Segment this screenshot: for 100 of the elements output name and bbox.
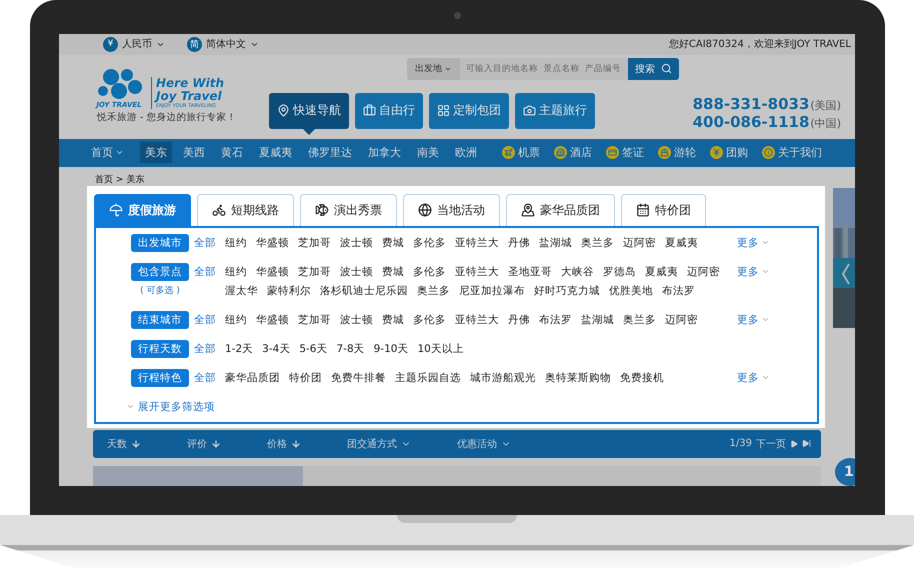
filter-option[interactable]: 布法罗 <box>539 310 572 329</box>
currency-selector[interactable]: 人民币 <box>122 37 152 52</box>
filter-option[interactable]: 迈阿密 <box>665 310 698 329</box>
region-tab[interactable]: 南美 <box>412 142 444 164</box>
service-link[interactable]: 团购 <box>726 145 748 160</box>
service-link[interactable]: 机票 <box>518 145 540 160</box>
filter-option[interactable]: 奥特莱斯购物 <box>545 368 611 387</box>
filter-option[interactable]: 亚特兰大 <box>455 234 499 252</box>
filter-option[interactable]: 丹佛 <box>508 310 530 329</box>
filter-option[interactable]: 华盛顿 <box>256 262 289 281</box>
region-tab[interactable]: 加拿大 <box>363 142 406 164</box>
home-menu[interactable]: 首页 <box>91 145 124 160</box>
filter-option[interactable]: 夏威夷 <box>645 262 678 281</box>
filter-option[interactable]: 全部 <box>194 368 225 387</box>
expand-link[interactable]: 展开更多筛选项 <box>126 400 817 414</box>
filter-option[interactable]: 豪华品质团 <box>225 368 280 387</box>
filter-option[interactable]: 全部 <box>194 340 225 358</box>
filter-option[interactable]: 盐湖城 <box>539 234 572 252</box>
filter-option[interactable]: 盐湖城 <box>581 310 614 329</box>
search-field[interactable]: 可输入目的地名称 景点名称 产品编号 <box>460 58 628 80</box>
region-tab[interactable]: 欧洲 <box>450 142 482 164</box>
filter-option[interactable]: 3-4天 <box>262 340 290 358</box>
category-tab[interactable]: 度假旅游 <box>94 194 191 226</box>
category-tab[interactable]: 演出秀票 <box>300 194 397 226</box>
filter-option[interactable]: 波士顿 <box>340 310 373 329</box>
filter-option[interactable]: 多伦多 <box>413 262 446 281</box>
category-tab[interactable]: 特价团 <box>621 194 706 226</box>
filter-option[interactable]: 芝加哥 <box>298 310 331 329</box>
filter-option[interactable]: 全部 <box>194 234 225 252</box>
filter-option[interactable]: 费城 <box>382 310 404 329</box>
filter-option[interactable]: 波士顿 <box>340 262 373 281</box>
filter-option[interactable]: 9-10天 <box>374 340 408 358</box>
filter-option[interactable]: 芝加哥 <box>298 234 331 252</box>
category-tab[interactable]: 短期线路 <box>197 194 294 226</box>
filter-option[interactable]: 洛杉矶迪士尼乐园 <box>320 282 408 300</box>
filter-option[interactable]: 免费牛排餐 <box>331 368 386 387</box>
filter-option[interactable]: 罗德岛 <box>603 262 636 281</box>
filter-option[interactable]: 波士顿 <box>340 234 373 252</box>
sort-option[interactable]: 优惠活动 <box>457 436 511 451</box>
filter-option[interactable]: 奥兰多 <box>623 310 656 329</box>
filter-option[interactable]: 费城 <box>382 262 404 281</box>
filter-option[interactable]: 尼亚加拉瀑布 <box>459 282 525 300</box>
departure-dropdown[interactable]: 出发地 <box>407 58 460 80</box>
filter-option[interactable]: 蒙特利尔 <box>267 282 311 300</box>
filter-option[interactable]: 迈阿密 <box>623 234 656 252</box>
filter-option[interactable]: 华盛顿 <box>256 310 289 329</box>
filter-option[interactable]: 亚特兰大 <box>455 310 499 329</box>
filter-option[interactable]: 芝加哥 <box>298 262 331 281</box>
filter-option[interactable]: 5-6天 <box>299 340 328 358</box>
service-link[interactable]: 签证 <box>622 145 644 160</box>
service-link[interactable]: 关于我们 <box>778 145 822 160</box>
filter-option[interactable]: 圣地亚哥 <box>508 262 552 281</box>
filter-option[interactable]: 好时巧克力城 <box>534 282 600 300</box>
play-icon[interactable] <box>790 440 798 448</box>
filter-option[interactable]: 丹佛 <box>508 234 530 252</box>
filter-option[interactable]: 渥太华 <box>225 282 258 300</box>
category-tab[interactable]: 豪华品质团 <box>506 194 615 226</box>
filter-option[interactable]: 城市游船观光 <box>470 368 536 387</box>
nav-button[interactable]: 定制包团 <box>429 92 509 129</box>
last-page-icon[interactable] <box>802 439 811 448</box>
filter-option[interactable]: 10天以上 <box>417 340 464 358</box>
filter-option[interactable]: 夏威夷 <box>665 234 698 252</box>
region-tab[interactable]: 黄石 <box>216 142 248 164</box>
filter-option[interactable]: 奥兰多 <box>581 234 614 252</box>
filter-option[interactable]: 纽约 <box>225 262 247 281</box>
filter-option[interactable]: 费城 <box>382 234 404 252</box>
filter-option[interactable]: 多伦多 <box>413 310 446 329</box>
region-tab[interactable]: 美东 <box>140 142 172 164</box>
filter-option[interactable]: 大峡谷 <box>561 262 594 281</box>
more-link[interactable]: 更多 <box>737 368 770 387</box>
filter-option[interactable]: 1-2天 <box>225 340 254 358</box>
filter-option[interactable]: 优胜美地 <box>609 282 653 300</box>
next-page-link[interactable]: 下一页 <box>756 436 786 451</box>
sort-option[interactable]: 评价 <box>187 436 221 451</box>
language-selector[interactable]: 简体中文 <box>206 37 246 52</box>
more-link[interactable]: 更多 <box>737 310 770 329</box>
filter-option[interactable]: 纽约 <box>225 310 247 329</box>
filter-option[interactable]: 全部 <box>194 310 225 329</box>
filter-option[interactable]: 全部 <box>194 262 225 281</box>
more-link[interactable]: 更多 <box>737 234 770 252</box>
filter-option[interactable]: 7-8天 <box>336 340 365 358</box>
region-tab[interactable]: 夏威夷 <box>254 142 297 164</box>
filter-option[interactable]: 纽约 <box>225 234 247 252</box>
nav-button[interactable]: 主题旅行 <box>515 92 595 129</box>
sort-option[interactable]: 天数 <box>107 436 141 451</box>
filter-option[interactable]: 免费接机 <box>620 368 664 387</box>
sort-option[interactable]: 团交通方式 <box>347 436 411 451</box>
filter-option[interactable]: 华盛顿 <box>256 234 289 252</box>
filter-option[interactable]: 布法罗 <box>662 282 695 300</box>
category-tab[interactable]: 当地活动 <box>403 194 500 226</box>
filter-option[interactable]: 主题乐园自选 <box>395 368 461 387</box>
more-link[interactable]: 更多 <box>737 262 770 281</box>
filter-option[interactable]: 亚特兰大 <box>455 262 499 281</box>
filter-option[interactable]: 奥兰多 <box>417 282 450 300</box>
region-tab[interactable]: 美西 <box>178 142 210 164</box>
region-tab[interactable]: 佛罗里达 <box>303 142 357 164</box>
service-link[interactable]: 酒店 <box>570 145 592 160</box>
search-button[interactable]: 搜索 <box>628 58 679 80</box>
filter-option[interactable]: 迈阿密 <box>687 262 720 281</box>
filter-option[interactable]: 特价团 <box>289 368 322 387</box>
